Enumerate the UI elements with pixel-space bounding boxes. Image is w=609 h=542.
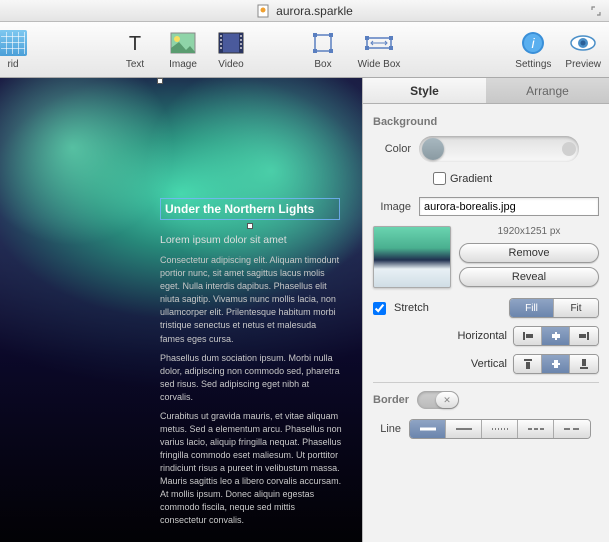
border-toggle[interactable]: ✕ — [417, 391, 459, 409]
vertical-align-segment — [513, 354, 599, 374]
text-icon: T — [119, 29, 151, 57]
fill-option[interactable]: Fill — [510, 299, 554, 317]
image-button[interactable]: Image — [166, 29, 200, 70]
titlebar: aurora.sparkle — [0, 0, 609, 22]
line-label: Line — [373, 423, 401, 435]
image-filename-input[interactable] — [419, 197, 599, 216]
body-text-element[interactable]: Lorem ipsum dolor sit amet Consectetur a… — [160, 233, 342, 533]
text-button[interactable]: T Text — [118, 29, 152, 70]
color-label: Color — [373, 143, 411, 155]
settings-icon: i — [517, 29, 549, 57]
canvas[interactable]: Under the Northern Lights Lorem ipsum do… — [0, 78, 362, 542]
settings-button[interactable]: i Settings — [515, 29, 551, 70]
stretch-checkbox[interactable] — [373, 302, 386, 315]
resize-handle-bottom[interactable] — [247, 223, 253, 229]
inspector-tabs: Style Arrange — [363, 78, 609, 104]
image-label: Image — [373, 201, 411, 213]
document-icon — [256, 4, 270, 18]
tab-style[interactable]: Style — [363, 78, 486, 103]
align-top[interactable] — [514, 355, 542, 373]
fullscreen-icon[interactable] — [591, 6, 601, 16]
tab-arrange[interactable]: Arrange — [486, 78, 609, 103]
resize-handle-top[interactable] — [157, 78, 163, 84]
video-icon — [215, 29, 247, 57]
preview-icon — [567, 29, 599, 57]
box-icon — [307, 29, 339, 57]
grid-button[interactable]: rid — [0, 29, 30, 70]
color-swatch-secondary[interactable] — [562, 142, 576, 156]
image-dimensions: 1920x1251 px — [459, 226, 599, 237]
color-well[interactable] — [419, 136, 579, 162]
text-element-selected[interactable]: Under the Northern Lights — [160, 198, 340, 220]
align-center-h[interactable] — [542, 327, 570, 345]
gradient-checkbox-row: Gradient — [433, 172, 599, 185]
gradient-label: Gradient — [450, 173, 492, 185]
image-icon — [167, 29, 199, 57]
inspector-panel: Style Arrange Background Color Gradient … — [362, 78, 609, 542]
line-style-segment — [409, 419, 591, 439]
widebox-button[interactable]: Wide Box — [354, 29, 404, 70]
horizontal-align-segment — [513, 326, 599, 346]
preview-button[interactable]: Preview — [565, 29, 601, 70]
line-long-dash[interactable] — [554, 420, 590, 438]
vertical-label: Vertical — [471, 358, 507, 370]
align-right[interactable] — [570, 327, 598, 345]
gradient-checkbox[interactable] — [433, 172, 446, 185]
toolbar: rid T Text Image Video Box Wide Box i Se… — [0, 22, 609, 78]
heading-text[interactable]: Under the Northern Lights — [160, 198, 340, 220]
stretch-label: Stretch — [394, 302, 429, 314]
reveal-button[interactable]: Reveal — [459, 267, 599, 287]
box-button[interactable]: Box — [306, 29, 340, 70]
horizontal-label: Horizontal — [457, 330, 507, 342]
section-background: Background — [373, 116, 599, 128]
line-dotted[interactable] — [482, 420, 518, 438]
align-center-v[interactable] — [542, 355, 570, 373]
main-area: Under the Northern Lights Lorem ipsum do… — [0, 78, 609, 542]
remove-button[interactable]: Remove — [459, 243, 599, 263]
svg-text:T: T — [129, 33, 141, 55]
fit-option[interactable]: Fit — [554, 299, 598, 317]
section-border: Border — [373, 394, 409, 406]
image-thumbnail[interactable] — [373, 226, 451, 288]
inspector-body: Background Color Gradient Image 1920x1 — [363, 104, 609, 542]
fill-fit-segment: Fill Fit — [509, 298, 599, 318]
line-solid-thick[interactable] — [410, 420, 446, 438]
align-left[interactable] — [514, 327, 542, 345]
align-bottom[interactable] — [570, 355, 598, 373]
line-solid-thin[interactable] — [446, 420, 482, 438]
color-swatch[interactable] — [422, 138, 444, 160]
window-title: aurora.sparkle — [276, 4, 353, 18]
line-dashed[interactable] — [518, 420, 554, 438]
widebox-icon — [363, 29, 395, 57]
toggle-knob-x-icon: ✕ — [436, 392, 458, 408]
grid-icon — [0, 30, 27, 56]
video-button[interactable]: Video — [214, 29, 248, 70]
